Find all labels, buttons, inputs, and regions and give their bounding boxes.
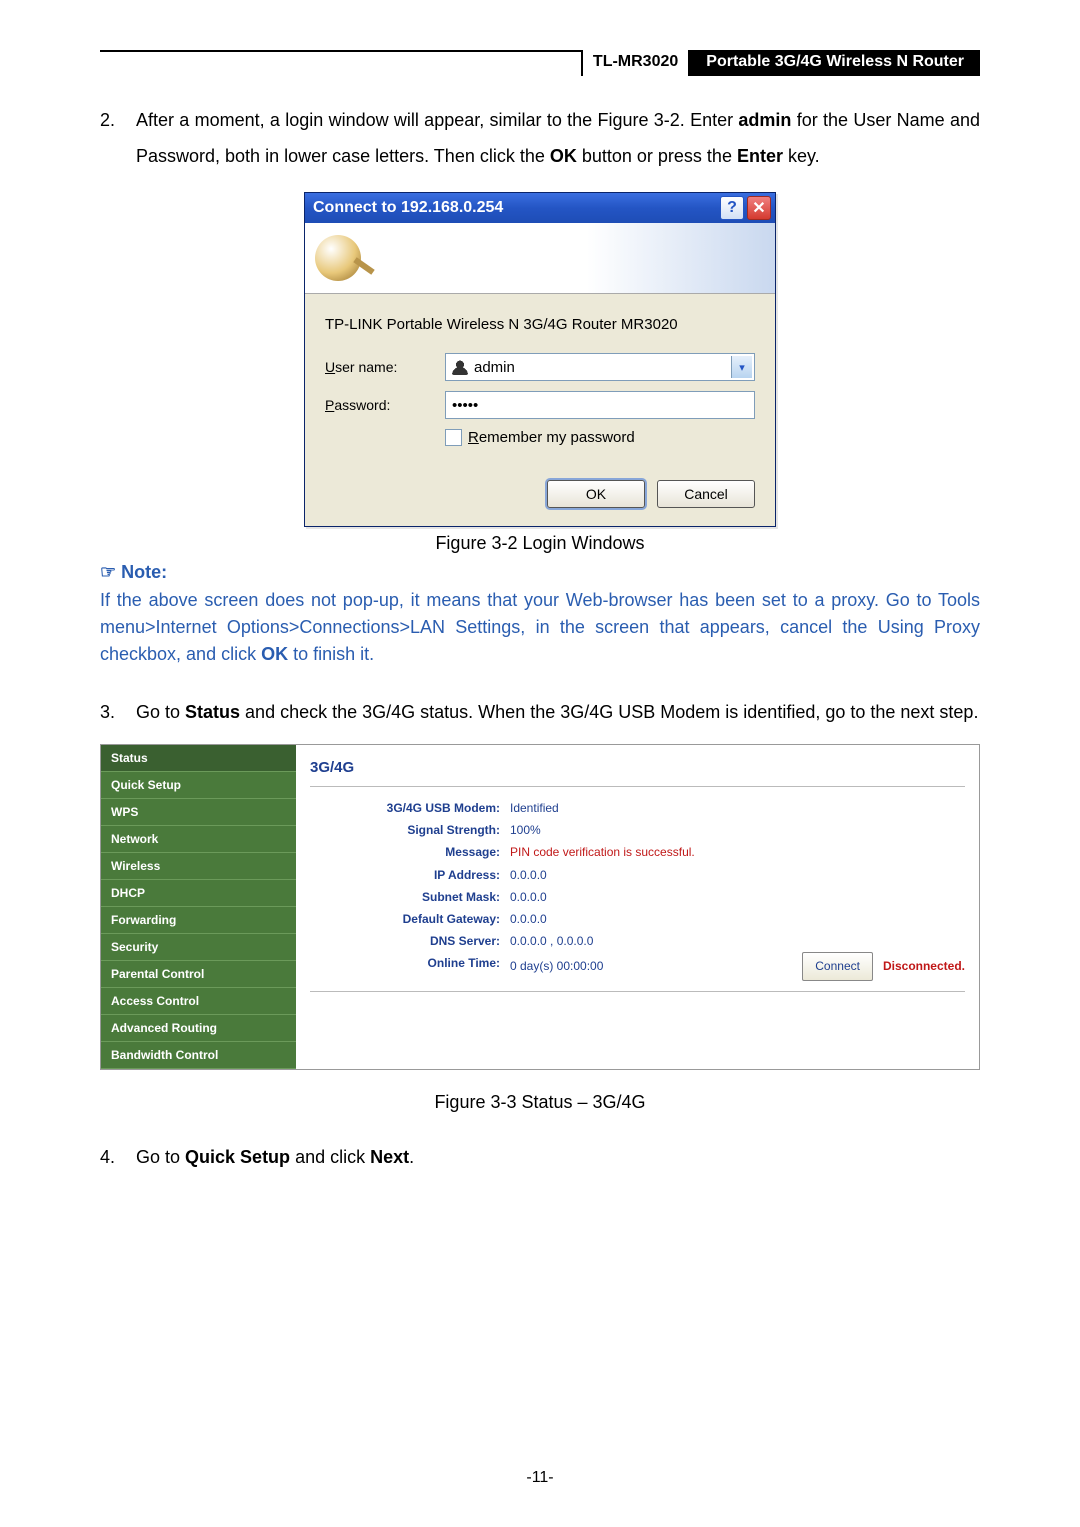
step-2-bold-b: OK: [550, 146, 577, 166]
step-2-number: 2.: [100, 102, 136, 174]
status-value: PIN code verification is successful.: [510, 841, 965, 863]
note-bold: OK: [261, 644, 288, 664]
remember-label: Remember my password: [468, 429, 635, 446]
help-button[interactable]: ?: [720, 196, 744, 220]
password-value: •••••: [452, 397, 478, 414]
sidebar-item-wps[interactable]: WPS: [101, 799, 296, 826]
page-number: -11-: [0, 1469, 1080, 1487]
status-row: Default Gateway:0.0.0.0: [310, 908, 965, 930]
status-key: Default Gateway:: [310, 908, 510, 930]
status-row: Message:PIN code verification is success…: [310, 841, 965, 863]
status-value: 0.0.0.0 , 0.0.0.0: [510, 930, 965, 952]
step-2-body: After a moment, a login window will appe…: [136, 102, 980, 174]
figure-3-2-caption: Figure 3-2 Login Windows: [100, 533, 980, 554]
status-value: 100%: [510, 819, 965, 841]
remember-checkbox[interactable]: [445, 429, 462, 446]
sidebar-item-forwarding[interactable]: Forwarding: [101, 907, 296, 934]
step-3: 3. Go to Status and check the 3G/4G stat…: [100, 694, 980, 730]
ok-button[interactable]: OK: [547, 480, 645, 508]
step-2-text-d: key.: [783, 146, 820, 166]
online-time-row: 0 day(s) 00:00:00 Connect Disconnected.: [510, 952, 965, 980]
login-titlebar: Connect to 192.168.0.254 ? ✕: [305, 193, 775, 223]
status-key: IP Address:: [310, 864, 510, 886]
cancel-button[interactable]: Cancel: [657, 480, 755, 508]
note-text-a: If the above screen does not pop-up, it …: [100, 590, 980, 664]
status-row: 3G/4G USB Modem:Identified: [310, 797, 965, 819]
step-3-number: 3.: [100, 694, 136, 730]
status-screenshot: StatusQuick SetupWPSNetworkWirelessDHCPF…: [100, 744, 980, 1070]
step-4-text-a: Go to: [136, 1147, 185, 1167]
login-icon-row: [305, 223, 775, 294]
status-value: Identified: [510, 797, 965, 819]
dropdown-icon[interactable]: ▾: [731, 356, 752, 378]
step-4: 4. Go to Quick Setup and click Next.: [100, 1139, 980, 1175]
connection-status: Disconnected.: [883, 955, 965, 977]
header-model: TL-MR3020: [581, 50, 690, 76]
step-2-bold-c: Enter: [737, 146, 783, 166]
status-value: 0.0.0.0: [510, 886, 965, 908]
status-row: DNS Server:0.0.0.0 , 0.0.0.0: [310, 930, 965, 952]
step-2-text-c: button or press the: [577, 146, 737, 166]
step-4-text-b: and click: [290, 1147, 370, 1167]
header-product: Portable 3G/4G Wireless N Router: [690, 50, 980, 76]
status-value: 0.0.0.0: [510, 908, 965, 930]
step-4-number: 4.: [100, 1139, 136, 1175]
status-row: Signal Strength:100%: [310, 819, 965, 841]
figure-3-3-caption: Figure 3-3 Status – 3G/4G: [100, 1092, 980, 1113]
password-input[interactable]: •••••: [445, 391, 755, 419]
sidebar-item-status[interactable]: Status: [101, 745, 296, 772]
online-time-value: 0 day(s) 00:00:00: [510, 955, 603, 977]
login-description: TP-LINK Portable Wireless N 3G/4G Router…: [325, 316, 755, 333]
login-dialog: Connect to 192.168.0.254 ? ✕ TP-LINK Por…: [304, 192, 776, 527]
step-4-body: Go to Quick Setup and click Next.: [136, 1139, 980, 1175]
sidebar-item-quick-setup[interactable]: Quick Setup: [101, 772, 296, 799]
sidebar-item-dhcp[interactable]: DHCP: [101, 880, 296, 907]
status-key: DNS Server:: [310, 930, 510, 952]
step-3-body: Go to Status and check the 3G/4G status.…: [136, 694, 980, 730]
step-3-text-a: Go to: [136, 702, 185, 722]
login-title-text: Connect to 192.168.0.254: [313, 199, 717, 217]
sidebar-item-bandwidth-control[interactable]: Bandwidth Control: [101, 1042, 296, 1069]
panel-rule-bottom: [310, 991, 965, 992]
connect-button[interactable]: Connect: [802, 952, 873, 980]
status-panel: 3G/4G 3G/4G USB Modem:IdentifiedSignal S…: [296, 745, 979, 1069]
step-4-text-c: .: [409, 1147, 414, 1167]
online-time-label: Online Time:: [310, 952, 510, 980]
key-icon: [315, 235, 361, 281]
step-4-bold-a: Quick Setup: [185, 1147, 290, 1167]
status-key: 3G/4G USB Modem:: [310, 797, 510, 819]
note-body: If the above screen does not pop-up, it …: [100, 587, 980, 668]
sidebar-item-wireless[interactable]: Wireless: [101, 853, 296, 880]
step-4-bold-b: Next: [370, 1147, 409, 1167]
sidebar-item-access-control[interactable]: Access Control: [101, 988, 296, 1015]
username-input[interactable]: admin ▾: [445, 353, 755, 381]
status-row: Subnet Mask:0.0.0.0: [310, 886, 965, 908]
step-2-bold-a: admin: [738, 110, 791, 130]
panel-heading: 3G/4G: [310, 759, 965, 776]
status-value: 0.0.0.0: [510, 864, 965, 886]
user-icon: [452, 359, 468, 375]
status-row: IP Address:0.0.0.0: [310, 864, 965, 886]
sidebar-item-advanced-routing[interactable]: Advanced Routing: [101, 1015, 296, 1042]
step-3-bold-a: Status: [185, 702, 240, 722]
sidebar-item-network[interactable]: Network: [101, 826, 296, 853]
sidebar-menu: StatusQuick SetupWPSNetworkWirelessDHCPF…: [101, 745, 296, 1069]
step-3-text-b: and check the 3G/4G status. When the 3G/…: [240, 702, 978, 722]
sidebar-item-parental-control[interactable]: Parental Control: [101, 961, 296, 988]
status-key: Message:: [310, 841, 510, 863]
note-text-b: to finish it.: [288, 644, 374, 664]
step-2-text-a: After a moment, a login window will appe…: [136, 110, 738, 130]
username-value: admin: [474, 359, 515, 376]
password-label: Password:: [325, 397, 445, 413]
header-bar: TL-MR3020 Portable 3G/4G Wireless N Rout…: [100, 50, 980, 76]
status-key: Signal Strength:: [310, 819, 510, 841]
note-heading: ☞ Note:: [100, 562, 980, 583]
close-button[interactable]: ✕: [747, 196, 771, 220]
sidebar-item-security[interactable]: Security: [101, 934, 296, 961]
status-key: Subnet Mask:: [310, 886, 510, 908]
panel-rule-top: [310, 786, 965, 787]
step-2: 2. After a moment, a login window will a…: [100, 102, 980, 174]
username-label: User name:: [325, 359, 445, 375]
